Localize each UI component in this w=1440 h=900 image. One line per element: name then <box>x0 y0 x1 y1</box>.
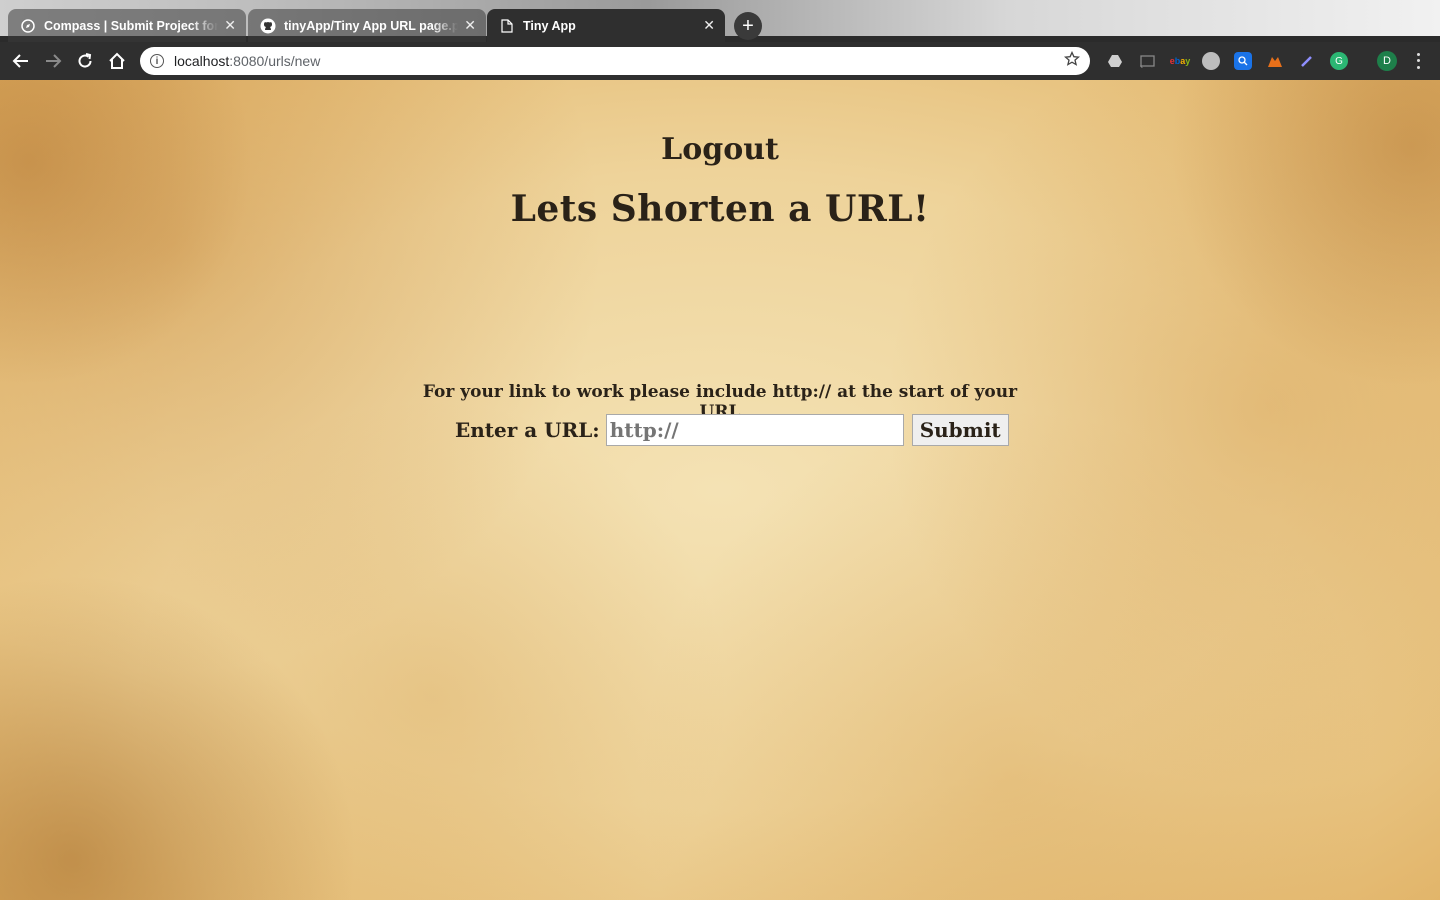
tab-title: Compass | Submit Project for Evaluation <box>44 18 219 33</box>
shorten-url-form: Enter a URL: Submit <box>455 413 1009 447</box>
document-icon <box>499 18 515 34</box>
pen-extension-icon[interactable] <box>1298 52 1316 70</box>
home-icon <box>109 52 125 69</box>
browser-menu-icon[interactable] <box>1412 51 1424 71</box>
ebay-extension-icon[interactable]: ebay <box>1170 52 1191 70</box>
tab-compass[interactable]: Compass | Submit Project for Evaluation … <box>8 9 246 42</box>
fox-extension-icon[interactable] <box>1266 52 1284 70</box>
submit-button[interactable]: Submit <box>911 414 1009 446</box>
tab-tiny-app[interactable]: Tiny App ✕ <box>487 9 725 42</box>
url-input[interactable] <box>605 414 904 446</box>
reload-button[interactable] <box>72 48 98 74</box>
bookmark-star-icon[interactable] <box>1063 50 1081 72</box>
close-icon[interactable]: ✕ <box>464 17 476 34</box>
profile-avatar[interactable]: D <box>1377 51 1397 71</box>
url-path: :8080/urls/new <box>229 53 321 69</box>
close-icon[interactable]: ✕ <box>224 17 236 34</box>
compass-icon <box>20 18 36 34</box>
search-extension-icon[interactable] <box>1234 52 1252 70</box>
tab-title: tinyApp/Tiny App URL page.png <box>284 18 459 33</box>
page-title: Lets Shorten a URL! <box>510 188 930 230</box>
home-button[interactable] <box>104 48 130 74</box>
forward-arrow-icon <box>46 54 62 68</box>
close-icon[interactable]: ✕ <box>703 17 715 34</box>
back-arrow-icon <box>12 54 28 68</box>
reload-icon <box>78 53 92 68</box>
url-host: localhost <box>174 53 230 69</box>
tab-github[interactable]: tinyApp/Tiny App URL page.png ✕ <box>248 9 486 42</box>
page-background: Logout Lets Shorten a URL! For your link… <box>0 80 1440 900</box>
address-bar[interactable]: i localhost:8080/urls/new <box>140 47 1090 75</box>
extension-grey-icon[interactable] <box>1202 52 1220 70</box>
tab-strip: Compass | Submit Project for Evaluation … <box>0 0 1440 42</box>
github-icon <box>260 18 276 34</box>
drive-icon[interactable] <box>1106 52 1124 70</box>
url-input-label: Enter a URL: <box>455 418 600 442</box>
logout-link[interactable]: Logout <box>620 132 820 167</box>
tab-title: Tiny App <box>523 18 576 33</box>
grammarly-extension-icon[interactable]: G <box>1330 52 1348 70</box>
back-button[interactable] <box>8 48 34 74</box>
plus-icon: + <box>742 14 754 37</box>
info-icon[interactable]: i <box>150 54 164 68</box>
forward-button[interactable] <box>40 48 66 74</box>
new-tab-button[interactable]: + <box>734 12 762 40</box>
cast-icon[interactable] <box>1138 52 1156 70</box>
browser-toolbar: i localhost:8080/urls/new ebay G D <box>0 42 1440 81</box>
